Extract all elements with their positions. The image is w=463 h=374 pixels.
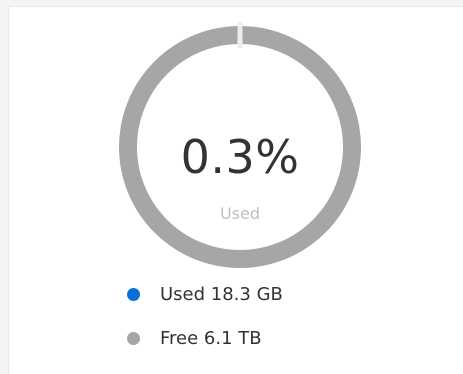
storage-donut: 0.3% Used (115, 22, 365, 272)
used-sublabel: Used (219, 204, 261, 223)
storage-legend: Used 18.3 GB Free 6.1 TB (127, 282, 283, 370)
storage-usage-card: 0.3% Used Used 18.3 GB Free 6.1 TB (8, 6, 463, 374)
legend-item-used: Used 18.3 GB (127, 282, 283, 306)
legend-item-free: Free 6.1 TB (127, 326, 283, 350)
legend-label-free: Free 6.1 TB (160, 327, 262, 349)
legend-label-used: Used 18.3 GB (160, 283, 283, 305)
free-dot-icon (127, 331, 140, 345)
used-dot-icon (127, 287, 140, 301)
used-percent: 0.3% (180, 130, 300, 184)
